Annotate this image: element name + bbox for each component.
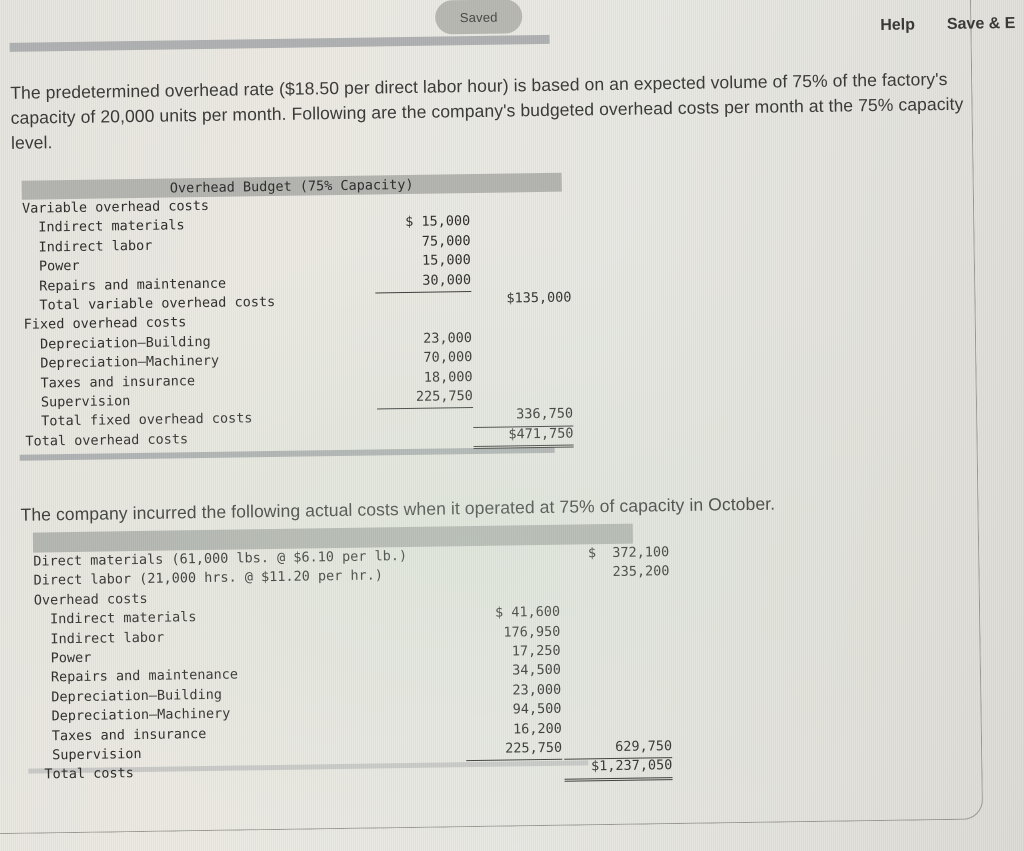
header-actions: Help Save & E: [880, 15, 1015, 35]
row-amount-col2: 235,200: [612, 563, 670, 581]
row-label: Taxes and insurance: [40, 372, 196, 391]
assignment-page: Saved Help Save & E The predetermined ov…: [0, 0, 1024, 851]
intro-paragraph: The predetermined overhead rate ($18.50 …: [10, 68, 964, 153]
row-amount-col2: $ 372,100: [587, 544, 670, 562]
row-label: Total variable overhead costs: [39, 293, 276, 314]
screen-photo: Saved Help Save & E The predetermined ov…: [0, 0, 1024, 851]
row-label: Overhead costs: [33, 590, 148, 609]
budget-table-rows: Variable overhead costs Indirect material…: [22, 191, 586, 451]
row-label: Depreciation—Building: [39, 333, 211, 353]
row-amount-col1: 23,000: [423, 329, 473, 347]
row-amount-col1: 34,500: [512, 662, 562, 679]
row-amount-col1: 18,000: [423, 368, 473, 386]
row-label: Total costs: [44, 765, 134, 783]
row-label: Indirect materials: [50, 609, 197, 628]
row-label: Power: [50, 649, 92, 667]
row-label: Repairs and maintenance: [39, 275, 227, 295]
row-label: Supervision: [40, 393, 131, 411]
row-amount-col2: $135,000: [506, 289, 572, 307]
row-amount-col1: 176,950: [503, 623, 561, 641]
row-label: Direct labor (21,000 hrs. @ $11.20 per h…: [33, 567, 384, 589]
row-amount-col1: $ 15,000: [405, 213, 471, 231]
actual-costs-table: Direct materials (61,000 lbs. @ $6.10 pe…: [32, 523, 673, 785]
row-label: Supervision: [52, 745, 142, 764]
row-amount-col2: $471,750: [473, 424, 574, 450]
overhead-budget-table: Overhead Budget (75% Capacity) Variable …: [21, 172, 586, 451]
row-amount-col1: 16,200: [512, 720, 562, 737]
row-label: Indirect labor: [38, 237, 153, 256]
save-and-exit-button[interactable]: Save & E: [947, 15, 1016, 34]
row-amount-col1: $ 41,600: [494, 603, 561, 621]
row-amount-col1: 75,000: [421, 232, 471, 250]
row-label: Indirect labor: [50, 629, 165, 647]
row-label: Depreciation—Building: [51, 686, 223, 706]
row-label: Indirect materials: [38, 217, 185, 236]
row-label: Fixed overhead costs: [23, 314, 187, 334]
row-amount-col1: 15,000: [421, 252, 471, 269]
row-label: Total overhead costs: [25, 430, 189, 450]
row-label: Taxes and insurance: [51, 725, 207, 744]
row-amount-col1: 23,000: [512, 681, 562, 699]
row-amount-col1: 94,500: [512, 700, 562, 718]
row-label: Variable overhead costs: [21, 197, 210, 217]
help-link[interactable]: Help: [880, 16, 915, 35]
actual-table-rows: Direct materials (61,000 lbs. @ $6.10 pe…: [33, 543, 673, 785]
saved-status-badge: Saved: [434, 0, 523, 35]
row-label: Depreciation—Machinery: [40, 352, 220, 372]
row-label: Repairs and maintenance: [50, 666, 239, 686]
row-label: Depreciation—Machinery: [51, 705, 231, 725]
row-amount-col1: 17,250: [511, 642, 561, 660]
row-label: Power: [38, 258, 80, 275]
row-label: Total fixed overhead costs: [41, 410, 253, 430]
row-amount-col2: $1,237,050: [564, 756, 673, 782]
row-amount-col1: 70,000: [423, 349, 473, 366]
